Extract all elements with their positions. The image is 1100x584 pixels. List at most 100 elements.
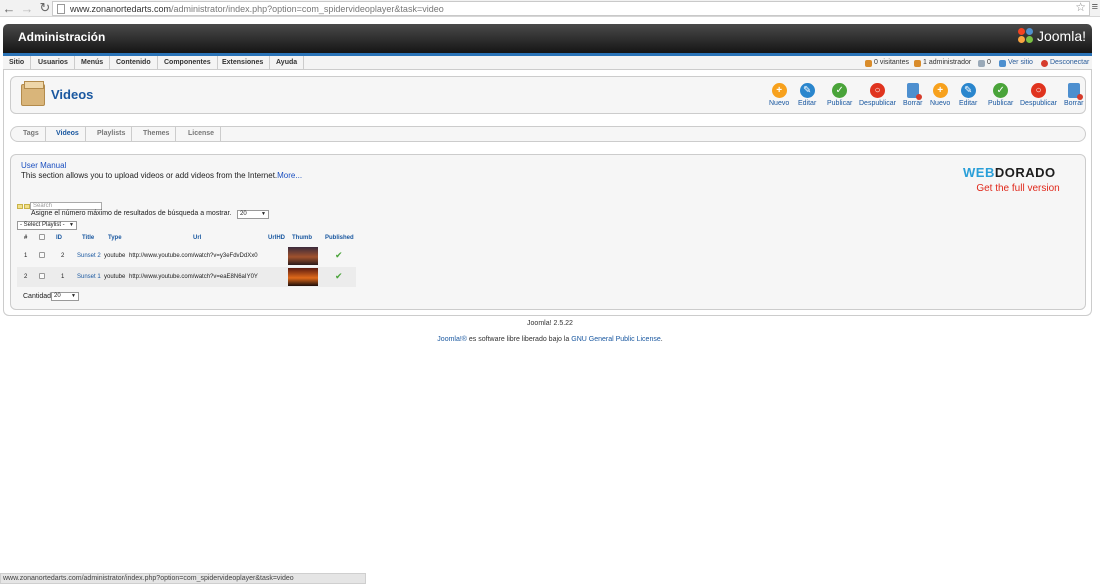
col-urlhd[interactable]: UrlHD xyxy=(268,235,285,241)
table-row: 2 1 Sunset 1 youtube http://www.youtube.… xyxy=(17,267,356,287)
tab-playlists[interactable]: Playlists xyxy=(91,127,133,141)
footer-license: Joomla!® es software libre liberado bajo… xyxy=(437,336,663,343)
full-version-link[interactable]: Get the full version xyxy=(963,183,1073,194)
admin-menubar: Sitio Usuarios Menús Contenido Component… xyxy=(3,56,1092,70)
video-box-icon xyxy=(21,81,45,106)
view-site-link[interactable]: Ver sitio xyxy=(999,56,1033,70)
plus-icon: + xyxy=(771,83,787,98)
video-thumbnail xyxy=(288,247,318,265)
check-icon: ✓ xyxy=(832,83,848,98)
col-num: # xyxy=(24,235,28,241)
menu-menus[interactable]: Menús xyxy=(75,56,111,70)
col-id[interactable]: ID xyxy=(56,235,62,241)
monitor-icon xyxy=(999,59,1006,67)
unpublish-icon: ○ xyxy=(869,83,885,98)
video-title-link[interactable]: Sunset 2 xyxy=(77,253,101,259)
check-icon: ✓ xyxy=(993,83,1009,98)
chevron-down-icon: ▼ xyxy=(71,293,76,299)
back-icon[interactable]: ← xyxy=(0,0,18,16)
webdorado-logo: WEBDORADO xyxy=(963,165,1056,180)
limit-select[interactable]: 20 ▼ xyxy=(237,210,269,219)
trash-icon xyxy=(1067,83,1083,100)
filter-buttons[interactable] xyxy=(17,204,31,209)
col-url[interactable]: Url xyxy=(193,235,201,241)
footer-version: Joomla! 2.5.22 xyxy=(527,320,573,327)
row-checkbox[interactable] xyxy=(39,252,45,258)
gpl-license-link[interactable]: GNU General Public License xyxy=(571,336,661,343)
table-row: 1 2 Sunset 2 youtube http://www.youtube.… xyxy=(17,246,356,266)
admin-title: Administración xyxy=(18,30,106,44)
plus-icon: + xyxy=(932,83,948,98)
row-checkbox[interactable] xyxy=(39,273,45,279)
address-bar[interactable]: www.zonanortedarts.com/administrator/ind… xyxy=(52,1,1090,16)
video-title-link[interactable]: Sunset 1 xyxy=(77,274,101,280)
pencil-icon: ✎ xyxy=(799,83,815,98)
logout-link[interactable]: Desconectar xyxy=(1041,56,1089,70)
delete-button[interactable]: Borrar xyxy=(903,83,922,107)
new-button-2[interactable]: + Nuevo xyxy=(930,83,950,107)
col-thumb[interactable]: Thumb xyxy=(292,235,312,241)
published-check-icon[interactable]: ✔ xyxy=(335,250,343,261)
joomla-logo: Joomla! xyxy=(1017,28,1086,44)
toolbar-panel: Videos + Nuevo ✎ Editar ✓ Publicar ○ Des… xyxy=(10,76,1086,114)
col-type[interactable]: Type xyxy=(108,235,122,241)
bookmark-star-icon[interactable]: ☆ xyxy=(1075,0,1086,14)
menu-usuarios[interactable]: Usuarios xyxy=(32,56,75,70)
pencil-icon: ✎ xyxy=(960,83,976,98)
delete-button-2[interactable]: Borrar xyxy=(1064,83,1083,107)
limit-label: Asigne el número máximo de resultados de… xyxy=(31,210,232,217)
page-icon xyxy=(57,3,65,14)
chevron-down-icon: ▼ xyxy=(69,222,74,228)
unpublish-icon: ○ xyxy=(1030,83,1046,98)
published-check-icon[interactable]: ✔ xyxy=(335,271,343,282)
browser-menu-icon[interactable]: ≡ xyxy=(1092,1,1098,13)
quantity-label: Cantidad xyxy=(23,293,52,300)
unpublish-button[interactable]: ○ Despublicar xyxy=(859,83,896,107)
component-submenu: Tags Videos Playlists Themes License xyxy=(10,126,1086,142)
menu-sitio[interactable]: Sitio xyxy=(3,56,32,70)
go-icon[interactable] xyxy=(17,204,23,209)
intro-text: This section allows you to upload videos… xyxy=(21,171,303,180)
menu-componentes[interactable]: Componentes xyxy=(158,56,218,70)
browser-status-url: www.zonanortedarts.com/administrator/ind… xyxy=(0,573,366,584)
publish-button-2[interactable]: ✓ Publicar xyxy=(988,83,1013,107)
new-button[interactable]: + Nuevo xyxy=(769,83,789,107)
search-input[interactable]: Search xyxy=(30,202,102,210)
mail-icon xyxy=(978,59,985,67)
address-url: www.zonanortedarts.com/administrator/ind… xyxy=(70,3,444,14)
videos-panel: User Manual This section allows you to u… xyxy=(10,154,1086,310)
menu-ayuda[interactable]: Ayuda xyxy=(270,56,305,70)
col-title[interactable]: Title xyxy=(82,235,94,241)
visitors-status: 0 visitantes xyxy=(865,56,909,70)
user-manual-link[interactable]: User Manual xyxy=(21,161,66,170)
admins-status: 1 administrador xyxy=(914,56,971,70)
quantity-select[interactable]: 20 ▼ xyxy=(51,292,79,301)
edit-button[interactable]: ✎ Editar xyxy=(798,83,816,107)
forward-icon[interactable]: → xyxy=(18,0,36,16)
admin-header: Administración Joomla! xyxy=(3,24,1092,53)
tab-videos[interactable]: Videos xyxy=(50,127,86,141)
menu-contenido[interactable]: Contenido xyxy=(110,56,158,70)
more-link[interactable]: More... xyxy=(277,171,302,180)
select-all-checkbox[interactable] xyxy=(39,234,45,240)
video-thumbnail xyxy=(288,268,318,286)
admin-user-icon xyxy=(914,59,921,67)
col-published[interactable]: Published xyxy=(325,235,354,241)
joomla-logo-icon xyxy=(1017,28,1034,44)
joomla-link[interactable]: Joomla!® xyxy=(437,336,467,343)
playlist-select[interactable]: - Select Playlist - ▼ xyxy=(17,221,77,230)
edit-button-2[interactable]: ✎ Editar xyxy=(959,83,977,107)
menu-extensiones[interactable]: Extensiones xyxy=(216,56,271,70)
logout-icon xyxy=(1041,59,1048,67)
messages-status[interactable]: 0 xyxy=(978,56,991,70)
users-icon xyxy=(865,59,872,67)
page-title: Videos xyxy=(51,87,94,102)
tab-themes[interactable]: Themes xyxy=(137,127,177,141)
chevron-down-icon: ▼ xyxy=(261,211,266,217)
webdorado-promo[interactable]: WEBDORADO Get the full version xyxy=(963,165,1073,194)
tab-tags[interactable]: Tags xyxy=(17,127,46,141)
publish-button[interactable]: ✓ Publicar xyxy=(827,83,852,107)
tab-license[interactable]: License xyxy=(182,127,222,141)
unpublish-button-2[interactable]: ○ Despublicar xyxy=(1020,83,1057,107)
trash-icon xyxy=(906,83,922,100)
